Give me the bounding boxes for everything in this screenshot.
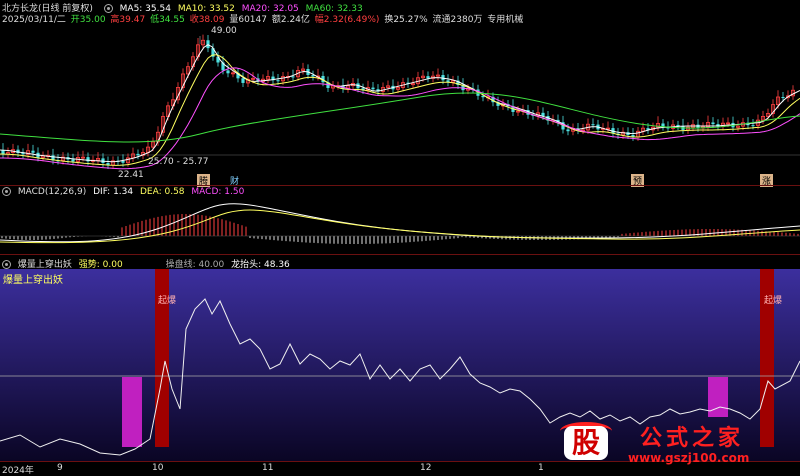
ma60-line	[0, 92, 800, 143]
logo-mark: 股	[564, 426, 608, 460]
candle	[311, 70, 315, 81]
x-label-jan: 1	[538, 463, 544, 473]
ma10-line	[0, 54, 800, 166]
candle-body	[121, 160, 125, 163]
candle-body	[226, 70, 230, 74]
candle	[556, 114, 560, 127]
macd-dea: DEA: 0.58	[139, 187, 185, 197]
price-low-label: 22.41	[118, 170, 144, 180]
candle	[300, 62, 305, 75]
candle-body	[71, 159, 75, 162]
kline-candles	[1, 34, 796, 169]
macd-lines	[0, 203, 800, 244]
candle	[415, 71, 420, 88]
macd-value: MACD: 1.50	[191, 187, 245, 197]
candle	[111, 156, 116, 169]
candle-body	[781, 97, 785, 99]
candle	[736, 120, 741, 132]
candle	[426, 71, 430, 83]
watermark-text: 公式之家	[640, 426, 745, 451]
candle	[145, 140, 150, 157]
candle-body	[291, 76, 295, 78]
candle	[771, 99, 776, 118]
candle	[6, 147, 11, 159]
candle-body	[566, 129, 570, 132]
candle	[330, 80, 335, 93]
candle	[140, 148, 145, 160]
panel-divider-1	[0, 185, 800, 186]
candle-body	[711, 122, 715, 125]
candle-body	[241, 78, 245, 83]
x-label-nov: 11	[262, 463, 274, 473]
kline-moving-averages	[0, 44, 800, 170]
candle	[706, 115, 711, 131]
candle	[241, 72, 245, 87]
candle-body	[591, 124, 595, 126]
x-label-oct: 10	[152, 463, 164, 473]
ma5-line	[0, 44, 800, 163]
candle	[435, 68, 440, 81]
candle	[450, 75, 455, 87]
signal-label-2: 起爆	[764, 296, 783, 306]
indicator-settings-icon[interactable]	[2, 260, 11, 269]
candle	[385, 80, 390, 92]
candle	[365, 80, 370, 95]
candle	[265, 70, 270, 84]
candle	[136, 149, 140, 160]
candle	[791, 85, 796, 100]
candle-body	[751, 125, 755, 127]
candle	[350, 77, 355, 90]
candle	[536, 105, 541, 120]
signal-bar-magenta-1	[122, 377, 142, 447]
candle	[446, 74, 450, 87]
candle	[671, 119, 676, 133]
macd-name[interactable]: MACD(12,26,9)	[18, 187, 86, 197]
candle	[206, 35, 210, 53]
ma20-line	[0, 67, 800, 170]
signal-label-1: 起爆	[158, 296, 177, 306]
x-label-dec: 12	[420, 463, 432, 473]
candle	[106, 156, 110, 169]
price-range-label: 25.70 - 25.77	[148, 157, 209, 167]
candle	[76, 151, 81, 166]
candle	[260, 74, 265, 86]
candle	[611, 123, 615, 138]
candle	[335, 81, 340, 90]
candle-body	[276, 80, 280, 82]
candle-body	[31, 150, 35, 153]
candle-body	[371, 87, 375, 90]
candle	[661, 119, 665, 131]
indicator-header: 爆量上穿出妖 强势: 0.00 操盘线: 40.00 龙抬头: 48.36	[0, 257, 800, 270]
x-label-year: 2024年	[2, 466, 34, 476]
watermark-url: www.gszj100.com	[628, 451, 750, 465]
candle	[656, 116, 661, 132]
candle	[430, 71, 435, 83]
price-high-label: 49.00	[211, 26, 237, 36]
candle	[211, 43, 215, 61]
macd-settings-icon[interactable]	[2, 187, 11, 196]
candle	[96, 152, 101, 165]
candle	[691, 119, 696, 132]
candle	[391, 79, 395, 94]
candle	[41, 151, 46, 162]
candle	[345, 80, 350, 93]
x-label-sep: 9	[57, 463, 63, 473]
indicator-subtitle: 爆量上穿出妖	[3, 275, 63, 286]
candle	[716, 119, 720, 131]
macd-chart[interactable]	[0, 198, 800, 254]
candle	[406, 77, 410, 88]
macd-dif: DIF: 1.34	[93, 187, 134, 197]
macd-header: MACD(12,26,9) DIF: 1.34 DEA: 0.58 MACD: …	[0, 187, 800, 198]
candle	[676, 120, 680, 131]
candle	[71, 153, 75, 166]
header-row-1: 北方长龙(日线 前复权) MA5: 35.54 MA10: 33.52 MA20…	[0, 1, 800, 14]
panel-divider-2	[0, 254, 800, 255]
candle	[721, 117, 726, 131]
candle	[271, 71, 275, 85]
watermark-logo: 股	[560, 420, 612, 462]
candle	[285, 71, 290, 81]
candle	[46, 150, 51, 160]
candle-body	[136, 153, 140, 156]
candlestick-chart[interactable]	[0, 22, 800, 182]
